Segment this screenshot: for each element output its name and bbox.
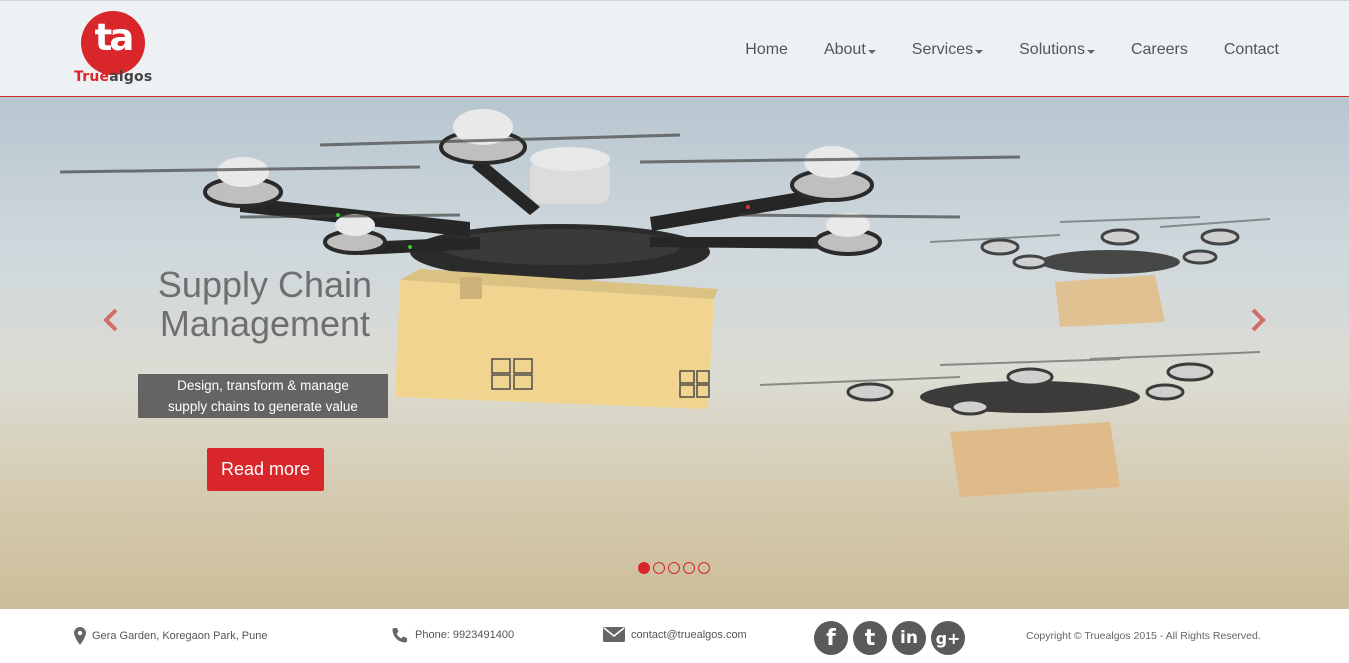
read-more-button[interactable]: Read more [207, 448, 324, 491]
caret-down-icon [1086, 49, 1095, 54]
logo-text-part2: algos [109, 69, 153, 85]
envelope-icon [603, 627, 625, 642]
chevron-left-icon [103, 308, 118, 332]
copyright-text: Copyright © Truealgos 2015 - All Rights … [1026, 630, 1261, 642]
map-pin-icon [74, 627, 86, 645]
twitter-icon[interactable]: t [853, 621, 887, 655]
logo-text: Truealgos [74, 69, 152, 85]
main-package [395, 269, 718, 409]
site-header: ta Truealgos Home About Services Solutio… [0, 0, 1349, 97]
nav-home-label: Home [745, 41, 788, 58]
main-drone [59, 109, 1021, 280]
logo-text-part1: True [74, 69, 110, 85]
carousel-dot[interactable] [638, 562, 650, 574]
nav-home[interactable]: Home [727, 39, 806, 61]
slide-subtitle-line1: Design, transform & manage [177, 378, 349, 393]
nav-solutions-label: Solutions [1019, 41, 1085, 58]
footer-email-link[interactable]: contact@truealgos.com [631, 629, 747, 641]
footer-phone-text: Phone: 9923491400 [415, 629, 515, 641]
drone-delivery-image [59, 109, 1271, 497]
slide-subtitle: Design, transform & manage supply chains… [138, 374, 388, 418]
slide-subtitle-line2: supply chains to generate value [168, 399, 358, 414]
chevron-right-icon [1251, 308, 1266, 332]
nav-about-label: About [823, 41, 866, 58]
carousel-dot[interactable] [683, 562, 695, 574]
nav-careers-label: Careers [1130, 41, 1188, 58]
carousel-next-button[interactable] [1248, 307, 1268, 333]
logo[interactable]: ta Truealgos [72, 11, 158, 89]
logo-mark: ta [94, 16, 135, 59]
nav-contact-label: Contact [1223, 41, 1279, 58]
nav-careers[interactable]: Careers [1113, 39, 1206, 61]
linkedin-icon[interactable]: in [892, 621, 926, 655]
site-footer: Gera Garden, Koregaon Park, Pune Phone: … [0, 609, 1349, 663]
footer-address: Gera Garden, Koregaon Park, Pune [74, 627, 268, 645]
carousel-indicators [638, 562, 710, 574]
slide-title-line2: Management [159, 303, 371, 344]
caret-down-icon [975, 49, 984, 54]
main-nav: Home About Services Solutions Careers Co… [727, 39, 1297, 61]
slide-title-line1: Supply Chain [157, 264, 373, 305]
footer-phone: Phone: 9923491400 [391, 627, 514, 643]
distant-drone-1 [929, 216, 1271, 327]
nav-about[interactable]: About [806, 39, 894, 61]
google-plus-icon[interactable]: g+ [931, 621, 965, 655]
nav-services[interactable]: Services [894, 39, 1001, 61]
nav-solutions[interactable]: Solutions [1001, 39, 1113, 61]
social-links: f t in g+ [814, 621, 965, 655]
nav-contact[interactable]: Contact [1206, 39, 1297, 61]
caret-down-icon [867, 49, 876, 54]
carousel-dot[interactable] [668, 562, 680, 574]
distant-drone-2 [759, 351, 1261, 497]
phone-icon [392, 628, 407, 643]
carousel-dot[interactable] [653, 562, 665, 574]
nav-services-label: Services [911, 41, 974, 58]
footer-address-text: Gera Garden, Koregaon Park, Pune [92, 630, 268, 642]
hero-carousel: Supply Chain Management Design, transfor… [0, 97, 1349, 609]
footer-email: contact@truealgos.com [603, 627, 747, 642]
slide-title: Supply Chain Management [140, 265, 390, 343]
facebook-icon[interactable]: f [814, 621, 848, 655]
carousel-dot[interactable] [698, 562, 710, 574]
carousel-prev-button[interactable] [101, 307, 121, 333]
